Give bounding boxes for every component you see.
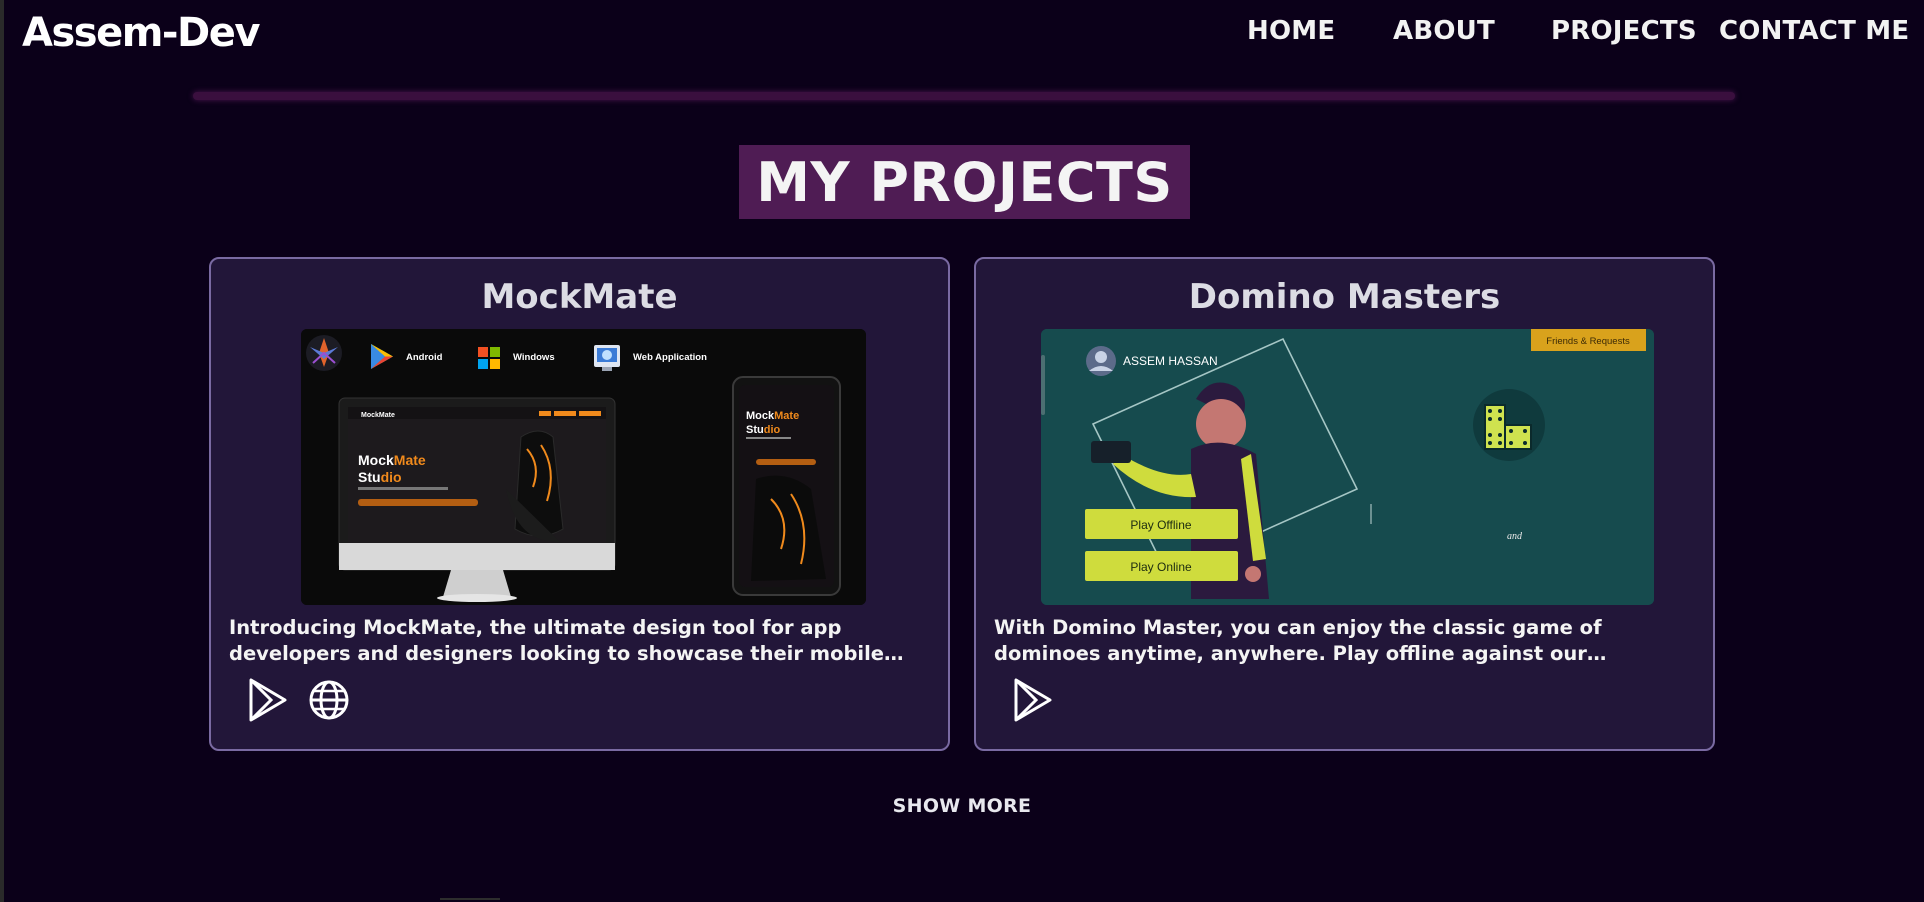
project-card-domino-masters: Domino Masters Friends & Requests ASSEM … — [974, 257, 1715, 751]
svg-text:Studio: Studio — [746, 424, 781, 436]
google-play-icon[interactable] — [1010, 676, 1054, 724]
project-title: Domino Masters — [1188, 277, 1501, 317]
platform-windows: Windows — [513, 352, 555, 363]
mockmate-showcase-image: Android Windows Web Application MockMate… — [301, 329, 866, 605]
scroll-hint — [440, 898, 500, 900]
mockmate-logo-icon — [306, 335, 342, 371]
project-description: With Domino Master, you can enjoy the cl… — [994, 616, 1602, 665]
main-nav: HOME ABOUT PROJECTS CONTACT ME — [0, 16, 1924, 56]
svg-text:Play Online: Play Online — [1130, 560, 1192, 574]
globe-icon[interactable] — [307, 676, 351, 724]
project-screenshot[interactable]: Friends & Requests ASSEM HASSAN Play Off… — [1041, 329, 1654, 605]
svg-text:Studio: Studio — [358, 469, 402, 485]
google-play-icon[interactable] — [245, 676, 289, 724]
nav-home[interactable]: HOME — [1247, 16, 1335, 46]
domino-masters-showcase-image: Friends & Requests ASSEM HASSAN Play Off… — [1041, 329, 1654, 605]
project-links — [1010, 676, 1054, 724]
phone-mockup: MockMate Studio — [732, 376, 841, 596]
project-title: MockMate — [481, 277, 678, 317]
player-name: ASSEM HASSAN — [1123, 354, 1218, 368]
project-links — [245, 676, 351, 724]
nav-contact[interactable]: CONTACT ME — [1719, 16, 1909, 46]
player-avatar — [1086, 346, 1116, 376]
nav-projects[interactable]: PROJECTS — [1551, 16, 1697, 46]
platform-android: Android — [406, 352, 443, 363]
header-divider — [193, 92, 1735, 100]
svg-text:MockMate: MockMate — [746, 410, 799, 422]
show-more-button[interactable]: SHOW MORE — [0, 795, 1924, 817]
section-title: MY PROJECTS — [739, 145, 1190, 219]
project-description: Introducing MockMate, the ultimate desig… — [229, 616, 885, 665]
friends-requests-tab: Friends & Requests — [1546, 336, 1630, 347]
screenshot-caption: and — [1507, 531, 1523, 542]
svg-text:MockMate: MockMate — [358, 452, 426, 468]
project-screenshot[interactable]: Android Windows Web Application MockMate… — [301, 329, 866, 605]
svg-text:Play Offline: Play Offline — [1130, 518, 1191, 532]
nav-about[interactable]: ABOUT — [1393, 16, 1495, 46]
svg-text:MockMate: MockMate — [361, 412, 395, 419]
platform-web: Web Application — [633, 352, 707, 363]
window-edge — [0, 0, 4, 902]
domino-icon — [1473, 389, 1545, 461]
project-card-mockmate: MockMate Android Windows Web Application… — [209, 257, 950, 751]
